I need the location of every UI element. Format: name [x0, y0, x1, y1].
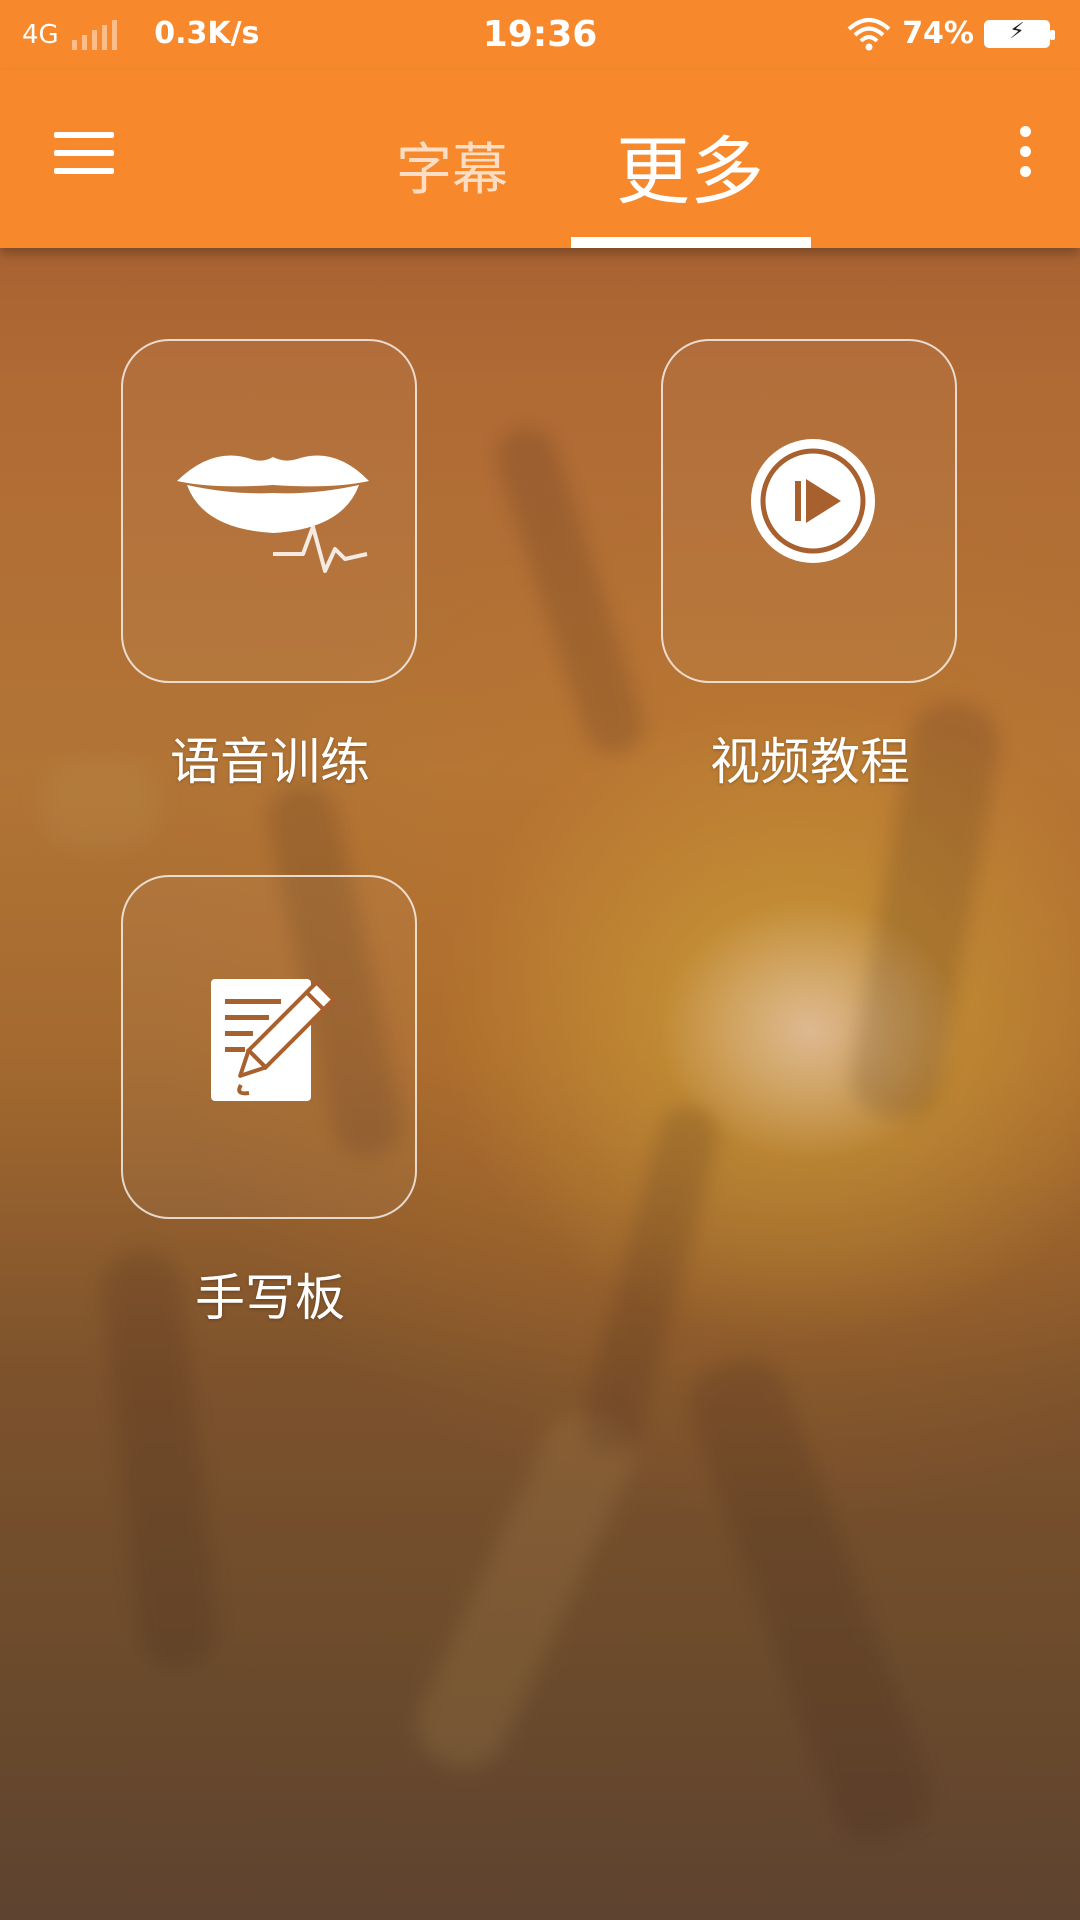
- notepad-pen-icon: [211, 979, 337, 1101]
- wifi-icon: [847, 17, 891, 50]
- status-bar: 4G 0.3K/s 19:36 74% ⚡: [0, 0, 1080, 70]
- lips-waveform-icon: [177, 455, 369, 573]
- tab-subtitles[interactable]: 字幕: [372, 125, 532, 206]
- voice-training-label: 语音训练: [170, 733, 370, 791]
- app-toolbar: 字幕 更多: [0, 70, 1080, 248]
- tab-indicator: [571, 237, 811, 248]
- voice-training-button[interactable]: [121, 339, 417, 683]
- handwriting-board-label: 手写板: [195, 1269, 345, 1327]
- play-circle-icon: [751, 439, 875, 563]
- battery-icon: ⚡: [984, 18, 1055, 48]
- tab-more[interactable]: 更多: [570, 112, 810, 219]
- video-tutorial-button[interactable]: [661, 339, 957, 683]
- status-right: 74% ⚡: [846, 16, 1055, 51]
- overflow-menu-icon[interactable]: [1010, 126, 1040, 186]
- charging-icon: ⚡: [1009, 18, 1025, 44]
- handwriting-board-button[interactable]: [121, 875, 417, 1219]
- video-tutorial-label: 视频教程: [710, 733, 910, 791]
- hamburger-menu-icon[interactable]: [54, 132, 114, 176]
- battery-percent: 74%: [902, 16, 974, 51]
